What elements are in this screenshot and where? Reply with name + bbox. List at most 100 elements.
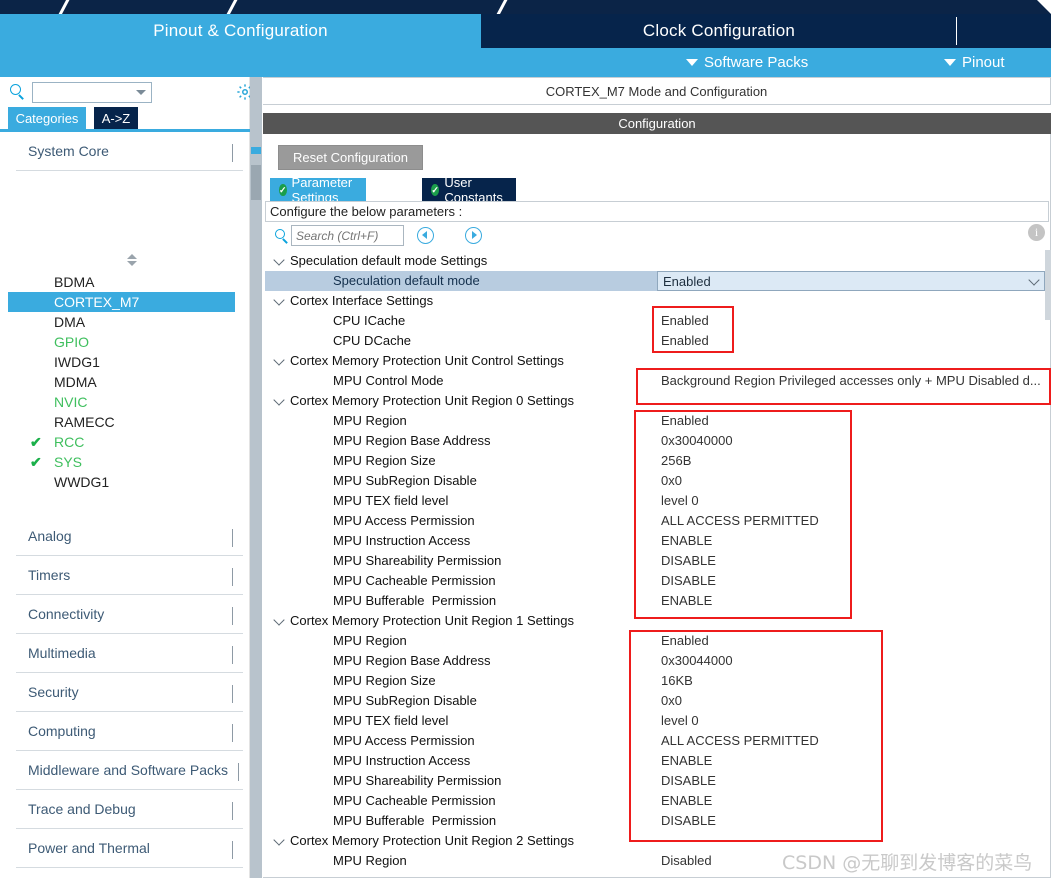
param-value[interactable]: Background Region Privileged accesses on… (661, 373, 1041, 388)
param-value[interactable]: 16KB (661, 673, 693, 688)
param-value[interactable]: DISABLE (661, 553, 716, 568)
param-row[interactable]: MPU Instruction Access ENABLE (265, 531, 1049, 551)
param-value[interactable]: DISABLE (661, 573, 716, 588)
sidebar-group-multimedia[interactable]: Multimedia (16, 634, 243, 673)
param-value[interactable]: ENABLE (661, 593, 712, 608)
param-value[interactable]: level 0 (661, 493, 699, 508)
param-row[interactable]: MPU Access Permission ALL ACCESS PERMITTE… (265, 511, 1049, 531)
param-row[interactable]: MPU Shareability Permission DISABLE (265, 771, 1049, 791)
param-row[interactable]: MPU SubRegion Disable 0x0 (265, 471, 1049, 491)
param-row[interactable]: MPU TEX field level level 0 (265, 711, 1049, 731)
sidebar-item-mdma[interactable]: MDMA (8, 372, 235, 392)
param-group-row[interactable]: Cortex Memory Protection Unit Control Se… (265, 351, 1049, 371)
tab-overflow[interactable] (957, 14, 1051, 48)
param-value[interactable]: level 0 (661, 713, 699, 728)
sidebar-item-ramecc[interactable]: RAMECC (8, 412, 235, 432)
param-row[interactable]: MPU Region Size 16KB (265, 671, 1049, 691)
sidebar-group-system-core[interactable]: System Core (16, 132, 243, 171)
sidebar-item-bdma[interactable]: BDMA (8, 272, 235, 292)
param-row[interactable]: MPU TEX field level level 0 (265, 491, 1049, 511)
param-row[interactable]: MPU Cacheable Permission ENABLE (265, 791, 1049, 811)
param-value[interactable]: 256B (661, 453, 691, 468)
chevron-down-icon[interactable] (136, 90, 146, 95)
sidebar-group-analog[interactable]: Analog (16, 517, 243, 556)
content-scrollbar-thumb[interactable] (1045, 250, 1051, 320)
param-row[interactable]: MPU Region Base Address 0x30044000 (265, 651, 1049, 671)
param-value[interactable]: Enabled (661, 413, 709, 428)
sidebar-item-wwdg1[interactable]: WWDG1 (8, 472, 235, 492)
param-group-row[interactable]: Cortex Memory Protection Unit Region 0 S… (265, 391, 1049, 411)
param-value[interactable]: ALL ACCESS PERMITTED (661, 513, 819, 528)
param-value[interactable]: 0x0 (661, 473, 682, 488)
param-row[interactable]: MPU Cacheable Permission DISABLE (265, 571, 1049, 591)
tab-pinout-configuration[interactable]: Pinout & Configuration (0, 14, 481, 48)
param-value[interactable]: ENABLE (661, 793, 712, 808)
sidebar-item-sys[interactable]: ✔ SYS (8, 452, 235, 472)
chevron-down-icon[interactable] (273, 834, 285, 846)
param-row[interactable]: MPU Shareability Permission DISABLE (265, 551, 1049, 571)
param-row[interactable]: MPU Region Enabled (265, 411, 1049, 431)
param-row[interactable]: MPU Control Mode Background Region Privil… (265, 371, 1049, 391)
param-row[interactable]: MPU Instruction Access ENABLE (265, 751, 1049, 771)
sidebar-item-rcc[interactable]: ✔ RCC (8, 432, 235, 452)
sidebar-group-middleware[interactable]: Middleware and Software Packs (16, 751, 243, 790)
chevron-right-circle-icon[interactable] (465, 227, 482, 244)
param-row[interactable]: MPU Region Size 256B (265, 451, 1049, 471)
param-value[interactable]: ENABLE (661, 533, 712, 548)
sidebar-group-security[interactable]: Security (16, 673, 243, 712)
sidebar-item-cortex-m7[interactable]: CORTEX_M7 (8, 292, 235, 312)
scroll-spinner-icon[interactable] (125, 254, 139, 268)
param-value[interactable]: Enabled (661, 333, 709, 348)
sidebar-group-trace-debug[interactable]: Trace and Debug (16, 790, 243, 829)
sidebar-search-box[interactable] (32, 82, 152, 103)
param-value[interactable]: 0x0 (661, 693, 682, 708)
menu-pinout[interactable]: Pinout (944, 48, 1005, 77)
chevron-down-icon[interactable] (273, 294, 285, 306)
param-row[interactable]: MPU Region Enabled (265, 631, 1049, 651)
param-value[interactable]: ALL ACCESS PERMITTED (661, 733, 819, 748)
param-value[interactable]: DISABLE (661, 813, 716, 828)
param-row[interactable]: MPU SubRegion Disable 0x0 (265, 691, 1049, 711)
chevron-down-icon[interactable] (273, 394, 285, 406)
sidebar-scrollbar-thumb[interactable] (251, 165, 261, 200)
chevron-down-icon[interactable] (1028, 274, 1040, 286)
info-icon[interactable]: i (1028, 224, 1045, 241)
param-value[interactable]: Enabled (661, 313, 709, 328)
chevron-down-icon[interactable] (273, 254, 285, 266)
param-row[interactable]: MPU Bufferable Permission DISABLE (265, 811, 1049, 831)
reset-configuration-button[interactable]: Reset Configuration (278, 145, 423, 170)
sidebar-group-connectivity[interactable]: Connectivity (16, 595, 243, 634)
tab-clock-configuration[interactable]: Clock Configuration (481, 14, 957, 48)
sidebar-item-iwdg1[interactable]: IWDG1 (8, 352, 235, 372)
param-value[interactable]: DISABLE (661, 773, 716, 788)
tab-a-to-z[interactable]: A->Z (94, 107, 138, 129)
param-group-row[interactable]: Cortex Memory Protection Unit Region 1 S… (265, 611, 1049, 631)
sidebar-group-timers[interactable]: Timers (16, 556, 243, 595)
sidebar-search-input[interactable] (36, 84, 132, 101)
param-value-dropdown[interactable]: Enabled (657, 271, 1045, 291)
tab-parameter-settings[interactable]: ✓ Parameter Settings (270, 175, 366, 205)
chevron-down-icon[interactable] (273, 354, 285, 366)
sidebar-item-gpio[interactable]: GPIO (8, 332, 235, 352)
sidebar-item-dma[interactable]: DMA (8, 312, 235, 332)
sidebar-group-power-thermal[interactable]: Power and Thermal (16, 829, 243, 868)
param-value[interactable]: 0x30040000 (661, 433, 733, 448)
menu-software-packs[interactable]: Software Packs (686, 48, 808, 77)
param-row[interactable]: CPU ICache Enabled (265, 311, 1049, 331)
param-row[interactable]: Speculation default mode Enabled (265, 271, 1049, 291)
param-group-row[interactable]: Speculation default mode Settings (265, 251, 1049, 271)
parameter-search-input[interactable] (291, 225, 404, 246)
param-row[interactable]: MPU Bufferable Permission ENABLE (265, 591, 1049, 611)
sidebar-item-nvic[interactable]: NVIC (8, 392, 235, 412)
param-group-row[interactable]: Cortex Interface Settings (265, 291, 1049, 311)
param-row[interactable]: CPU DCache Enabled (265, 331, 1049, 351)
sidebar-group-computing[interactable]: Computing (16, 712, 243, 751)
tab-categories[interactable]: Categories (8, 107, 86, 129)
chevron-left-circle-icon[interactable] (417, 227, 434, 244)
param-value[interactable]: Enabled (661, 633, 709, 648)
param-row[interactable]: MPU Region Base Address 0x30040000 (265, 431, 1049, 451)
param-row[interactable]: MPU Access Permission ALL ACCESS PERMITTE… (265, 731, 1049, 751)
param-value[interactable]: 0x30044000 (661, 653, 733, 668)
chevron-down-icon[interactable] (273, 614, 285, 626)
tab-user-constants[interactable]: ✓ User Constants (422, 175, 516, 205)
